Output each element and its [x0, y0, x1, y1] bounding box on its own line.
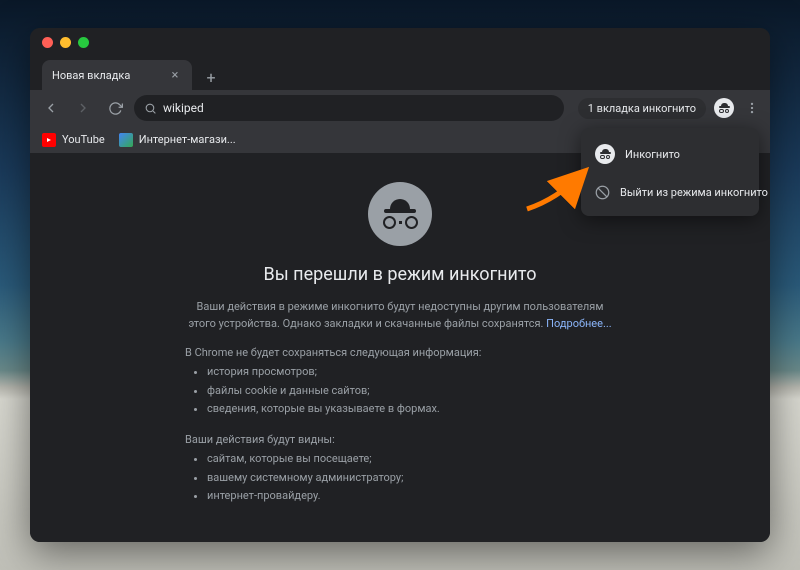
- store-icon: [119, 133, 133, 147]
- close-tab-button[interactable]: ×: [168, 68, 182, 82]
- forward-button[interactable]: [70, 95, 96, 121]
- visible-heading: Ваши действия будут видны:: [185, 433, 615, 446]
- exit-icon: [595, 182, 610, 202]
- not-saved-heading: В Chrome не будет сохраняться следующая …: [185, 346, 615, 359]
- list-item: сайтам, которые вы посещаете;: [207, 450, 615, 469]
- bookmark-label: Интернет-магази...: [139, 133, 236, 146]
- learn-more-link[interactable]: Подробнее...: [546, 317, 612, 330]
- list-item: вашему системному администратору;: [207, 469, 615, 488]
- not-saved-list: история просмотров; файлы cookie и данны…: [185, 363, 615, 419]
- list-item: сведения, которые вы указываете в формах…: [207, 400, 615, 419]
- maximize-window-button[interactable]: [78, 37, 89, 48]
- browser-tab[interactable]: Новая вкладка ×: [42, 60, 192, 90]
- visible-list: сайтам, которые вы посещаете; вашему сис…: [185, 450, 615, 506]
- window-controls: [42, 37, 89, 48]
- tab-title: Новая вкладка: [52, 69, 130, 82]
- exit-incognito-label: Выйти из режима инкогнито: [620, 186, 768, 199]
- address-bar[interactable]: wikiped: [134, 95, 564, 121]
- back-button[interactable]: [38, 95, 64, 121]
- new-tab-button[interactable]: +: [198, 64, 224, 90]
- browser-window: Новая вкладка × + wikiped 1 вкладка инко…: [30, 28, 770, 542]
- incognito-tab-count-badge[interactable]: 1 вкладка инкогнито: [578, 98, 706, 119]
- profile-popup: Инкогнито Выйти из режима инкогнито: [581, 128, 759, 216]
- youtube-icon: [42, 133, 56, 147]
- popup-profile-row[interactable]: Инкогнито: [581, 134, 759, 174]
- list-item: файлы cookie и данные сайтов;: [207, 382, 615, 401]
- bookmark-label: YouTube: [62, 133, 105, 146]
- tab-strip: Новая вкладка × +: [30, 56, 770, 90]
- minimize-window-button[interactable]: [60, 37, 71, 48]
- incognito-icon: [595, 144, 615, 164]
- bookmark-youtube[interactable]: YouTube: [42, 133, 105, 147]
- window-titlebar: [30, 28, 770, 56]
- address-text: wikiped: [163, 101, 204, 115]
- list-item: история просмотров;: [207, 363, 615, 382]
- search-icon: [144, 102, 157, 115]
- list-item: интернет-провайдеру.: [207, 487, 615, 506]
- exit-incognito-button[interactable]: Выйти из режима инкогнито: [581, 174, 759, 210]
- page-title: Вы перешли в режим инкогнито: [264, 264, 537, 285]
- annotation-arrow: [522, 164, 592, 218]
- bookmark-store[interactable]: Интернет-магази...: [119, 133, 236, 147]
- close-window-button[interactable]: [42, 37, 53, 48]
- browser-menu-button[interactable]: [742, 98, 762, 118]
- incognito-hero-icon: [368, 182, 432, 246]
- incognito-profile-icon[interactable]: [714, 98, 734, 118]
- page-description: Ваши действия в режиме инкогнито будут н…: [185, 299, 615, 332]
- reload-button[interactable]: [102, 95, 128, 121]
- popup-profile-label: Инкогнито: [625, 148, 680, 161]
- browser-toolbar: wikiped 1 вкладка инкогнито: [30, 90, 770, 126]
